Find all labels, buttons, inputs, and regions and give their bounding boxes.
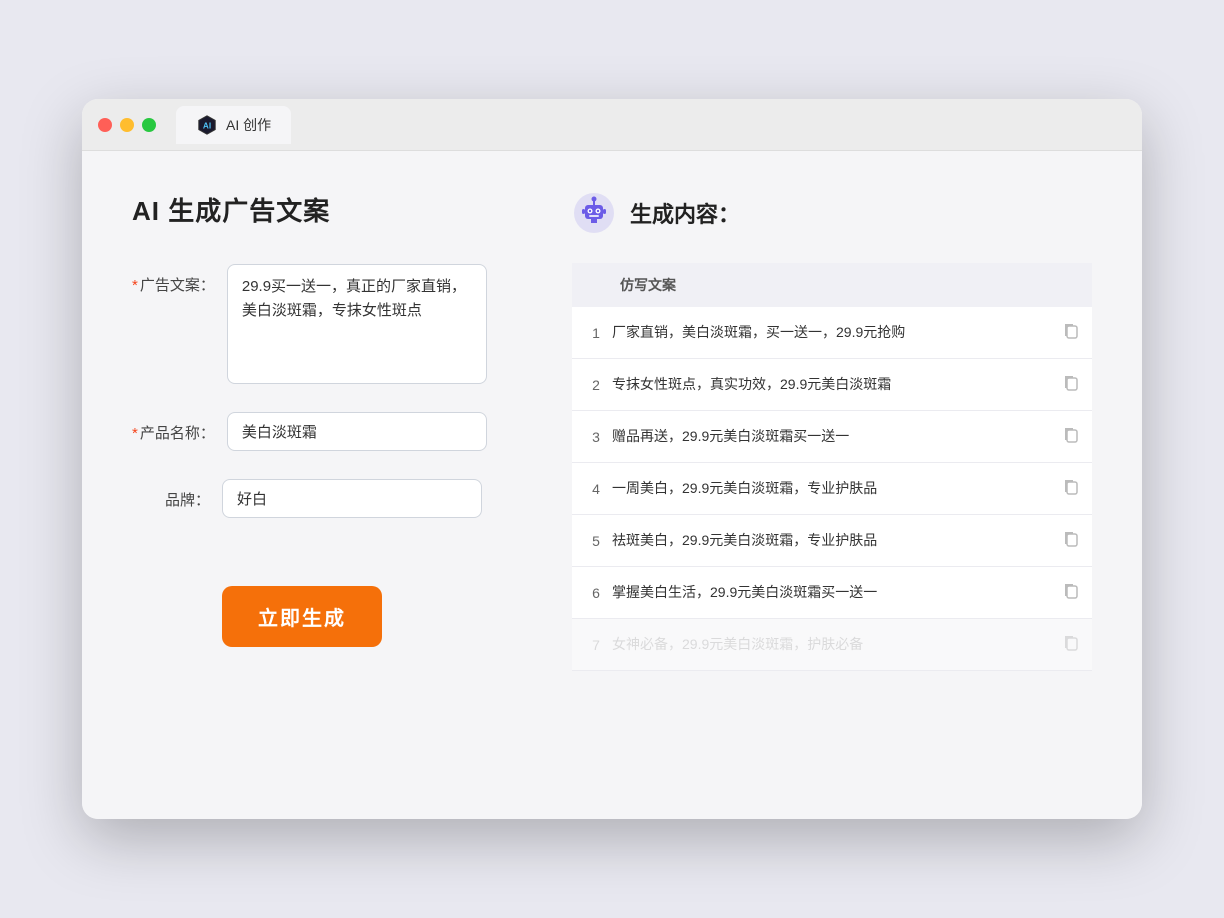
product-name-input[interactable]	[227, 412, 487, 451]
title-bar: AI AI 创作	[82, 99, 1142, 151]
row-text: 厂家直销，美白淡斑霜，买一送一，29.9元抢购	[604, 307, 1056, 359]
num-col-header	[572, 263, 604, 307]
row-text: 女神必备，29.9元美白淡斑霜，护肤必备	[604, 619, 1056, 671]
copy-col-header	[1056, 263, 1092, 307]
row-text: 赠品再送，29.9元美白淡斑霜买一送一	[604, 411, 1056, 463]
copy-icon	[1062, 373, 1080, 391]
table-row: 3赠品再送，29.9元美白淡斑霜买一送一	[572, 411, 1092, 463]
ad-copy-label: *广告文案：	[132, 264, 227, 295]
close-button[interactable]	[98, 118, 112, 132]
table-row: 6掌握美白生活，29.9元美白淡斑霜买一送一	[572, 567, 1092, 619]
tab-ai-creation[interactable]: AI AI 创作	[176, 106, 291, 144]
row-number: 1	[572, 307, 604, 359]
results-table: 仿写文案 1厂家直销，美白淡斑霜，买一送一，29.9元抢购 2专抹女性斑点，真实…	[572, 263, 1092, 671]
product-name-group: *产品名称：	[132, 412, 512, 451]
copy-icon	[1062, 581, 1080, 599]
right-title: 生成内容：	[630, 197, 740, 229]
copy-icon	[1062, 477, 1080, 495]
row-text: 祛斑美白，29.9元美白淡斑霜，专业护肤品	[604, 515, 1056, 567]
brand-label: 品牌：	[132, 479, 222, 510]
row-number: 2	[572, 359, 604, 411]
required-star-ad: *	[132, 277, 138, 294]
table-row: 5祛斑美白，29.9元美白淡斑霜，专业护肤品	[572, 515, 1092, 567]
copy-icon	[1062, 321, 1080, 339]
copy-button[interactable]	[1056, 463, 1092, 515]
brand-input[interactable]	[222, 479, 482, 518]
content-area: AI 生成广告文案 *广告文案： *产品名称： 品牌： 立	[82, 151, 1142, 819]
row-number: 3	[572, 411, 604, 463]
row-text: 一周美白，29.9元美白淡斑霜，专业护肤品	[604, 463, 1056, 515]
row-number: 7	[572, 619, 604, 671]
copy-button[interactable]	[1056, 359, 1092, 411]
svg-text:AI: AI	[203, 121, 211, 130]
row-number: 4	[572, 463, 604, 515]
right-header: 生成内容：	[572, 191, 1092, 235]
copy-button[interactable]	[1056, 307, 1092, 359]
row-text: 专抹女性斑点，真实功效，29.9元美白淡斑霜	[604, 359, 1056, 411]
row-text: 掌握美白生活，29.9元美白淡斑霜买一送一	[604, 567, 1056, 619]
table-row: 7女神必备，29.9元美白淡斑霜，护肤必备	[572, 619, 1092, 671]
ad-copy-textarea[interactable]	[227, 264, 487, 384]
product-name-label: *产品名称：	[132, 412, 227, 443]
window-controls	[98, 118, 156, 132]
browser-window: AI AI 创作 AI 生成广告文案 *广告文案： *产品名称：	[82, 99, 1142, 819]
left-panel: AI 生成广告文案 *广告文案： *产品名称： 品牌： 立	[132, 191, 512, 779]
copy-button[interactable]	[1056, 567, 1092, 619]
page-title: AI 生成广告文案	[132, 191, 512, 228]
required-star-product: *	[132, 425, 138, 442]
table-row: 2专抹女性斑点，真实功效，29.9元美白淡斑霜	[572, 359, 1092, 411]
table-header-row: 仿写文案	[572, 263, 1092, 307]
row-number: 6	[572, 567, 604, 619]
copy-button[interactable]	[1056, 515, 1092, 567]
generate-button[interactable]: 立即生成	[222, 586, 382, 647]
copy-icon	[1062, 529, 1080, 547]
copy-button[interactable]	[1056, 619, 1092, 671]
copy-button[interactable]	[1056, 411, 1092, 463]
table-row: 1厂家直销，美白淡斑霜，买一送一，29.9元抢购	[572, 307, 1092, 359]
robot-icon	[572, 191, 616, 235]
right-panel: 生成内容： 仿写文案 1厂家直销，美白淡斑霜，买一送一，29.9元抢购 2专抹女…	[572, 191, 1092, 779]
ai-tab-icon: AI	[196, 114, 218, 136]
brand-group: 品牌：	[132, 479, 512, 518]
copy-icon	[1062, 633, 1080, 651]
copy-icon	[1062, 425, 1080, 443]
tab-label: AI 创作	[226, 115, 271, 135]
table-row: 4一周美白，29.9元美白淡斑霜，专业护肤品	[572, 463, 1092, 515]
ad-copy-group: *广告文案：	[132, 264, 512, 384]
text-col-header: 仿写文案	[604, 263, 1056, 307]
maximize-button[interactable]	[142, 118, 156, 132]
minimize-button[interactable]	[120, 118, 134, 132]
row-number: 5	[572, 515, 604, 567]
